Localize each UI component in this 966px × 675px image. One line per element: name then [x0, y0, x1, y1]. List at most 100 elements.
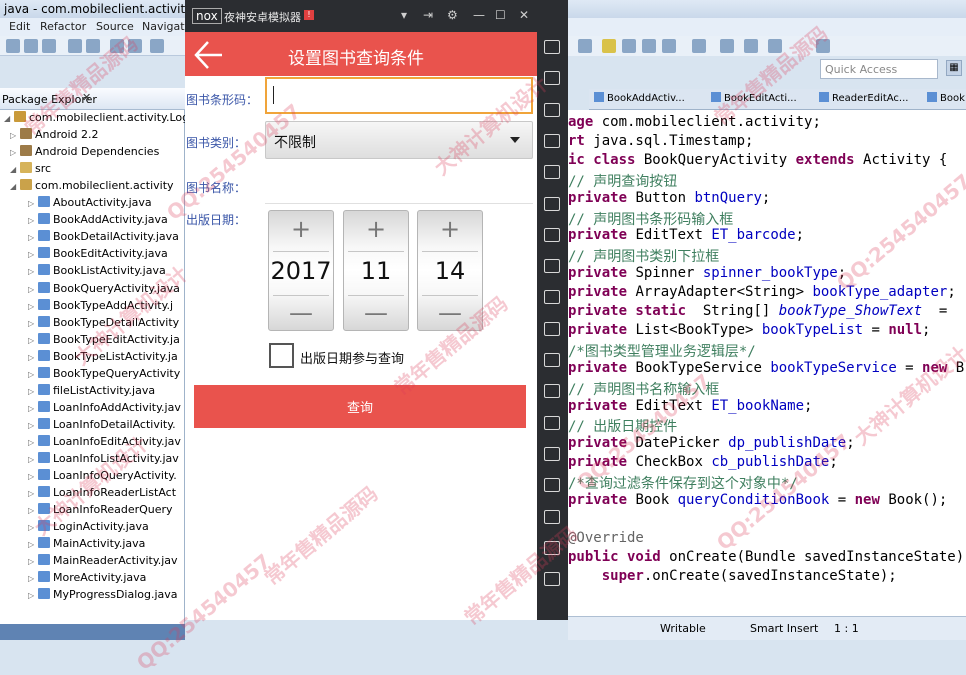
screenshot-icon[interactable]	[544, 353, 560, 367]
tree-item[interactable]: ◢ com.mobileclient.activity	[10, 179, 174, 196]
tree-item[interactable]: ▷ LoanInfoEditActivity.jav	[28, 434, 181, 452]
open-type-icon[interactable]	[150, 39, 164, 53]
tree-item[interactable]: ▷ BookTypeEditActivity.ja	[28, 332, 180, 350]
expand-arrow-icon[interactable]: ▷	[28, 319, 38, 328]
toolbox-icon[interactable]	[544, 415, 560, 430]
tree-item[interactable]: ▷ BookTypeAddActivity.j	[28, 298, 173, 316]
expand-arrow-icon[interactable]: ▷	[28, 336, 38, 345]
highlight-icon[interactable]	[602, 39, 616, 53]
print-icon[interactable]	[68, 39, 82, 53]
expand-arrow-icon[interactable]: ◢	[4, 114, 14, 123]
dropdown-icon[interactable]: ▾	[401, 8, 407, 22]
video-icon[interactable]	[544, 384, 560, 399]
tree-item[interactable]: ▷ Android Dependencies	[10, 145, 159, 162]
save-all-icon[interactable]	[42, 39, 56, 53]
publish-date-checkbox[interactable]	[269, 343, 294, 368]
tree-item[interactable]: ▷ fileListActivity.java	[28, 383, 155, 401]
year-decrement-button[interactable]: —	[269, 299, 333, 327]
tree-item[interactable]: ▷ BookTypeQueryActivity	[28, 366, 180, 384]
back-arrow-icon[interactable]	[192, 38, 226, 72]
perspective-icon[interactable]: ▦	[946, 60, 962, 76]
pin-icon[interactable]: ⇥	[423, 8, 433, 22]
tree-item[interactable]: ▷ AboutActivity.java	[28, 196, 152, 213]
pin-editor-icon[interactable]	[816, 39, 830, 53]
tree-item[interactable]: ▷ BookTypeDetailActivity	[28, 315, 179, 333]
expand-arrow-icon[interactable]: ▷	[28, 472, 38, 481]
expand-arrow-icon[interactable]: ▷	[28, 387, 38, 396]
month-value[interactable]: 11	[344, 257, 408, 285]
external-tools-icon[interactable]	[128, 39, 142, 53]
tree-item[interactable]: ▷ LoanInfoReaderListAct	[28, 486, 176, 503]
expand-arrow-icon[interactable]: ▷	[28, 523, 38, 532]
day-value[interactable]: 14	[418, 257, 482, 285]
forward-nav-icon[interactable]	[768, 39, 782, 53]
robot-icon[interactable]	[544, 71, 560, 86]
expand-arrow-icon[interactable]: ▷	[28, 489, 38, 498]
toggle-mark-icon[interactable]	[578, 39, 592, 53]
tree-item[interactable]: ▷ LoanInfoQueryActivity.	[28, 469, 177, 486]
expand-arrow-icon[interactable]: ▷	[28, 506, 38, 515]
month-decrement-button[interactable]: —	[344, 299, 408, 327]
expand-arrow-icon[interactable]: ▷	[28, 455, 38, 464]
save-icon[interactable]	[24, 39, 38, 53]
tree-item[interactable]: ▷ LoanInfoReaderQuery	[28, 503, 173, 520]
day-decrement-button[interactable]: —	[418, 299, 482, 327]
back-nav-icon[interactable]	[744, 39, 758, 53]
show-whitespace-icon[interactable]	[642, 39, 656, 53]
tree-item[interactable]: ▷ MoreActivity.java	[28, 571, 146, 588]
tree-item[interactable]: ▷ LoanInfoListActivity.jav	[28, 452, 179, 469]
prev-annotation-icon[interactable]	[692, 39, 706, 53]
day-increment-button[interactable]: +	[418, 215, 482, 243]
expand-arrow-icon[interactable]: ▷	[28, 267, 38, 276]
bookname-input[interactable]	[265, 166, 533, 204]
tree-item[interactable]: ▷ MyProgressDialog.java	[28, 588, 178, 605]
expand-arrow-icon[interactable]: ▷	[28, 199, 38, 208]
expand-arrow-icon[interactable]: ▷	[28, 233, 38, 242]
expand-arrow-icon[interactable]: ▷	[28, 250, 38, 259]
expand-arrow-icon[interactable]: ◢	[10, 165, 20, 174]
menu-source[interactable]: Source	[96, 20, 134, 33]
editor-tab[interactable]: BookEditActi...	[711, 92, 797, 104]
year-increment-button[interactable]: +	[269, 215, 333, 243]
last-edit-icon[interactable]	[720, 39, 734, 53]
close-icon[interactable]: ✕	[82, 91, 91, 104]
resize-icon[interactable]	[544, 196, 560, 211]
expand-arrow-icon[interactable]: ◢	[10, 182, 20, 191]
tree-item[interactable]: ▷ BookAddActivity.java	[28, 213, 168, 230]
tree-item[interactable]: ▷ LoanInfoDetailActivity.	[28, 417, 176, 435]
tree-item[interactable]: ▷ MainActivity.java	[28, 537, 145, 554]
tree-item[interactable]: ▷ BookDetailActivity.java	[28, 230, 179, 247]
tree-item[interactable]: ▷ LoanInfoAddActivity.jav	[28, 400, 181, 418]
expand-arrow-icon[interactable]: ▷	[28, 216, 38, 225]
expand-arrow-icon[interactable]: ▷	[10, 131, 20, 140]
recent-apps-icon[interactable]	[544, 572, 560, 587]
next-annotation-icon[interactable]	[662, 39, 676, 53]
run-icon[interactable]	[110, 39, 124, 53]
tree-item[interactable]: ▷ Android 2.2	[10, 128, 99, 145]
tree-item[interactable]: ▷ BookTypeListActivity.ja	[28, 349, 178, 367]
menu-icon[interactable]	[544, 446, 560, 461]
publish-date-checkbox-label[interactable]: 出版日期参与查询	[300, 348, 404, 367]
volume-down-icon[interactable]	[544, 259, 560, 274]
expand-arrow-icon[interactable]: ▷	[10, 148, 20, 157]
expand-arrow-icon[interactable]: ▷	[28, 421, 38, 430]
home-icon[interactable]	[544, 540, 560, 555]
menu-navigate[interactable]: Navigate	[142, 20, 191, 33]
location-icon[interactable]	[544, 133, 560, 148]
menu-refactor[interactable]: Refactor	[40, 20, 86, 33]
tree-item[interactable]: ▷ BookEditActivity.java	[28, 247, 168, 264]
minimize-icon[interactable]: —	[473, 8, 485, 22]
expand-arrow-icon[interactable]: ▷	[28, 540, 38, 549]
quick-access-input[interactable]: Quick Access	[820, 59, 938, 79]
cut-icon[interactable]	[544, 102, 560, 117]
tree-item[interactable]: ▷ BookQueryActivity.java	[28, 281, 180, 299]
block-select-icon[interactable]	[622, 39, 636, 53]
loading-icon[interactable]	[544, 321, 560, 336]
back-icon[interactable]	[544, 509, 560, 524]
expand-arrow-icon[interactable]: ▷	[28, 370, 38, 379]
barcode-input[interactable]	[265, 77, 533, 114]
tree-item[interactable]: ▷ MainReaderActivity.jav	[28, 554, 178, 571]
gear-icon[interactable]: ⚙	[447, 8, 458, 22]
year-value[interactable]: 2017	[269, 257, 333, 285]
expand-arrow-icon[interactable]: ▷	[28, 285, 38, 294]
